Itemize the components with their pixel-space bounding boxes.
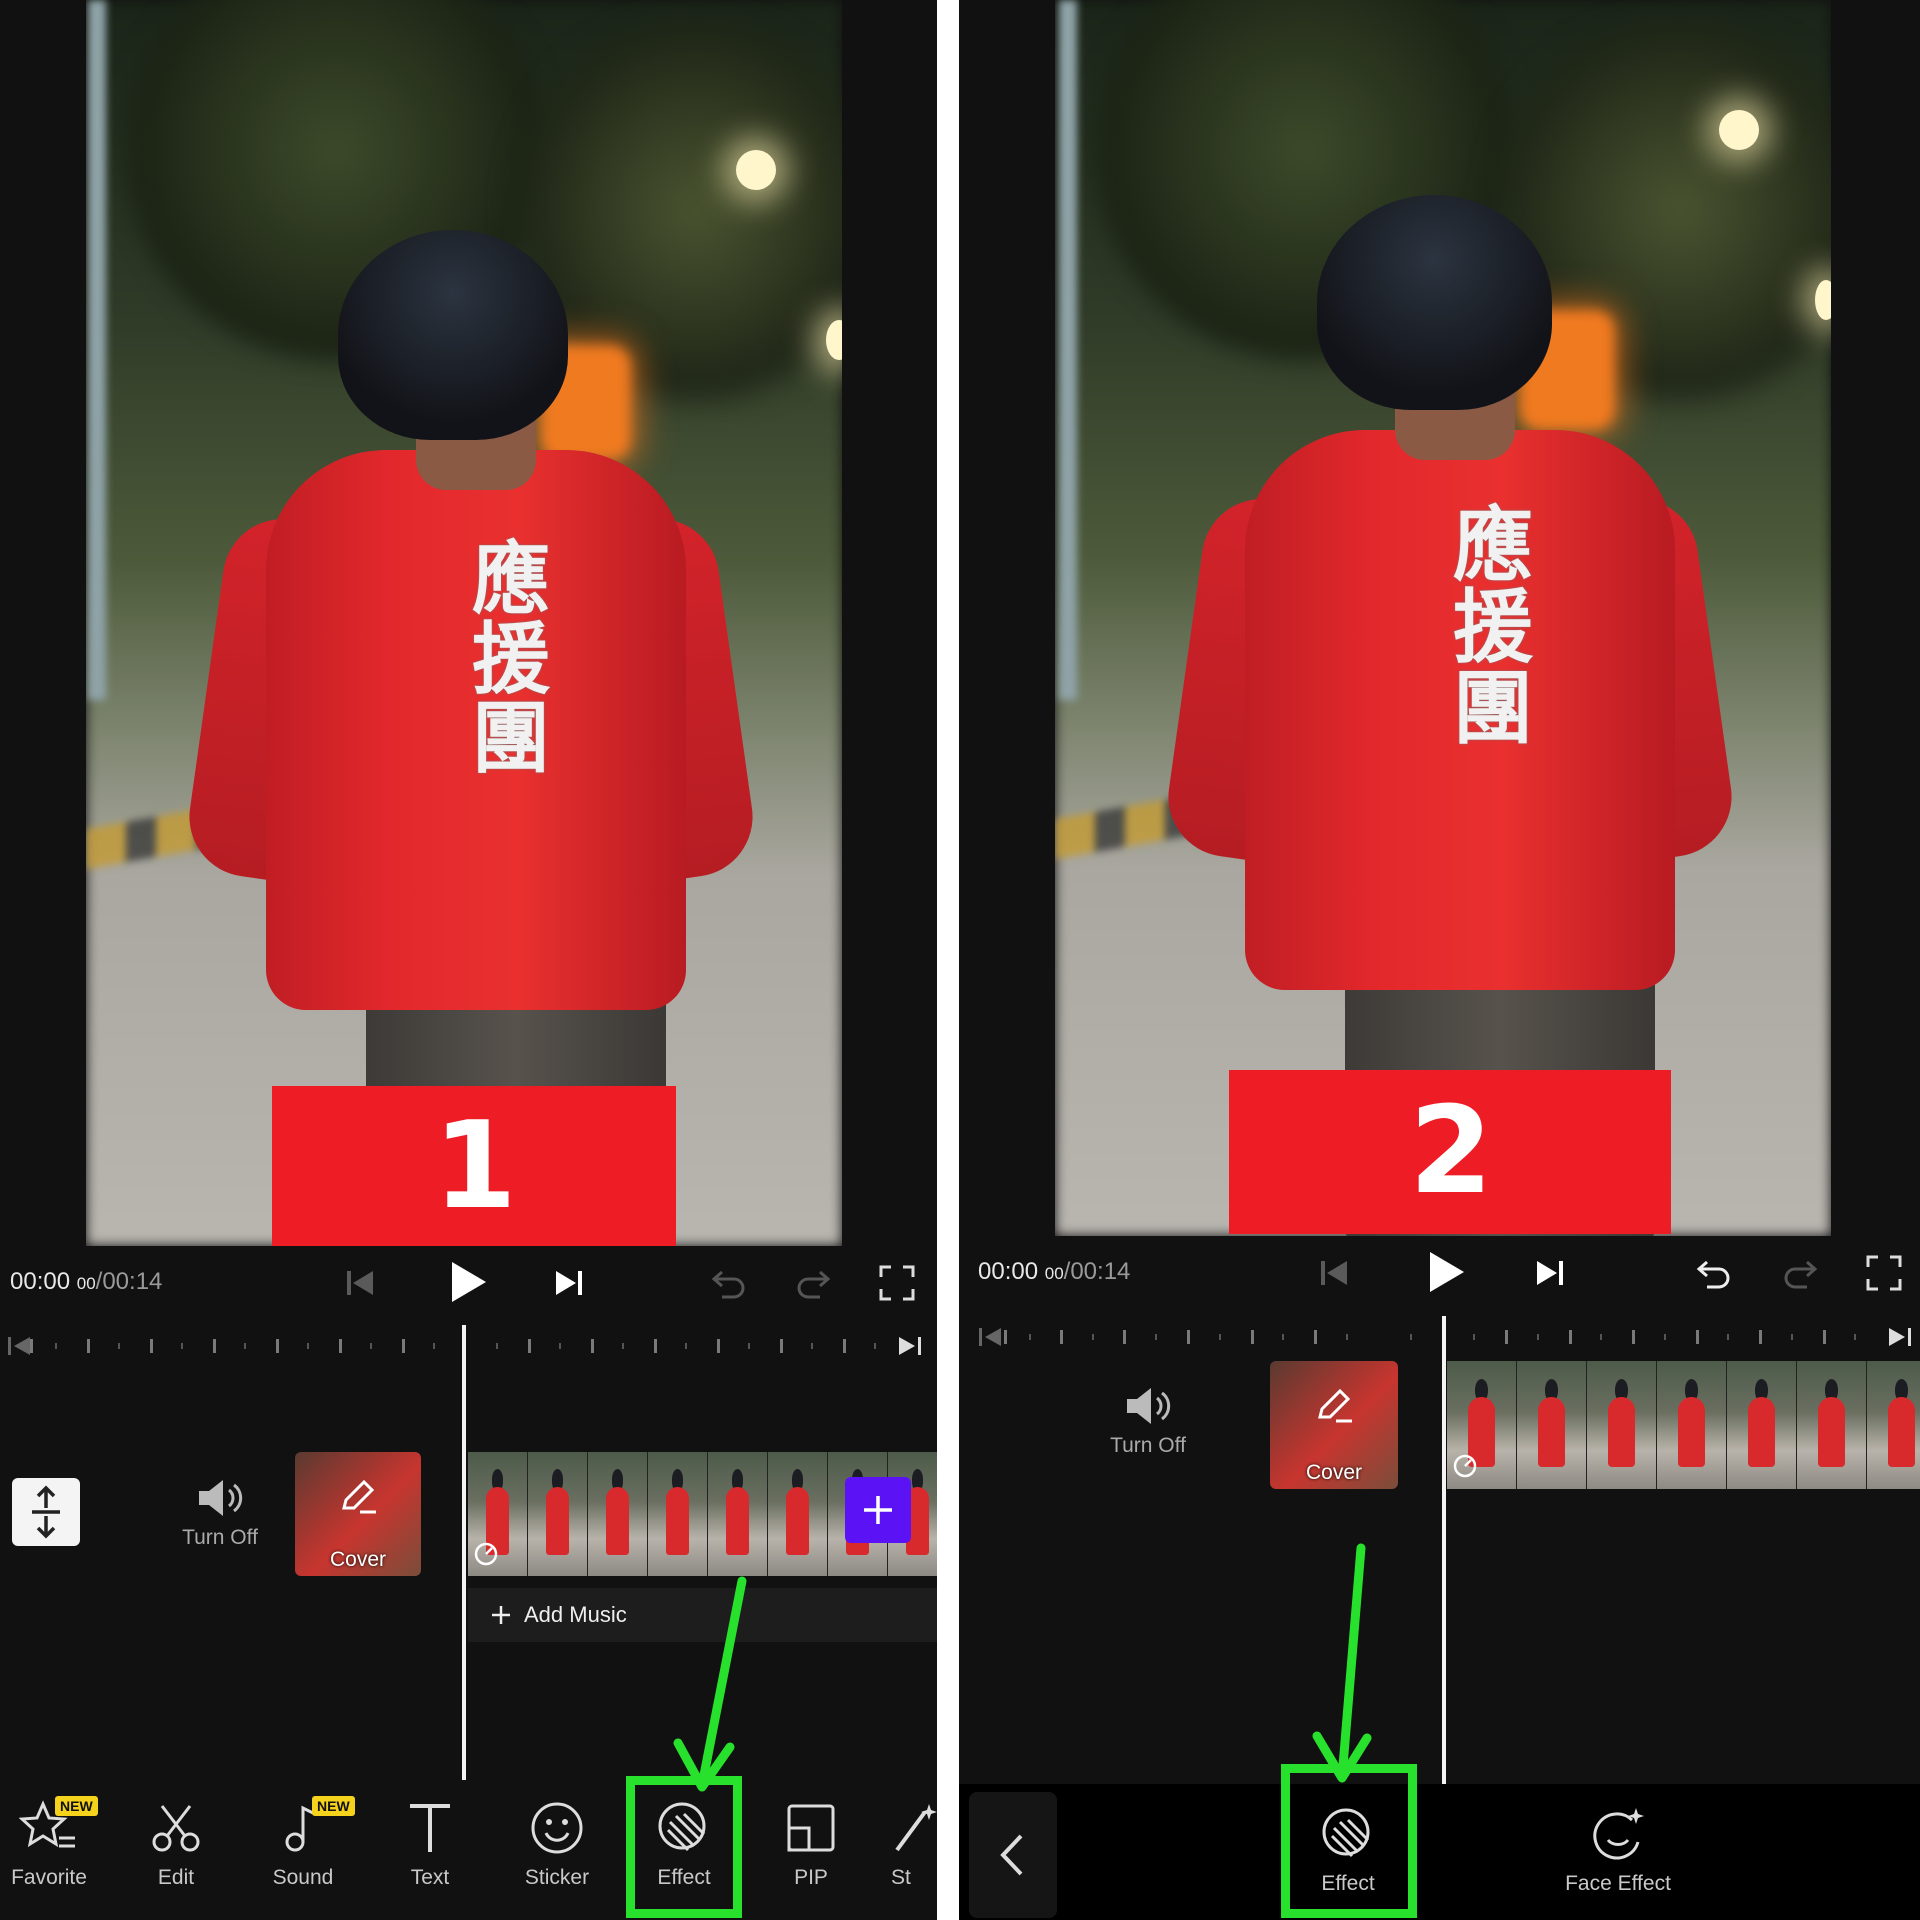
cover-button[interactable]: Cover <box>1270 1361 1398 1489</box>
face-effect-icon <box>1593 1808 1644 1860</box>
video-preview[interactable]: 應援團 2 STEP <box>1055 0 1831 1236</box>
step-1-panel: 應援團 1 STEP 00:00 00/00:14 Tur <box>0 0 937 1920</box>
undo-icon[interactable] <box>1695 1256 1733 1290</box>
scissors-icon <box>152 1805 200 1852</box>
redo-icon[interactable] <box>794 1266 832 1300</box>
add-music-label: Add Music <box>524 1602 627 1627</box>
undo-icon[interactable] <box>710 1266 748 1300</box>
tool-text[interactable]: Text <box>375 1800 485 1890</box>
speaker-icon <box>1127 1388 1171 1424</box>
annotation-arrow <box>673 1576 747 1792</box>
playhead[interactable] <box>462 1325 466 1780</box>
text-t-icon <box>410 1804 450 1852</box>
cover-button[interactable]: Cover <box>295 1452 421 1576</box>
cover-label: Cover <box>1305 1461 1363 1484</box>
tool-edit[interactable]: Edit <box>121 1800 231 1890</box>
bottom-toolbar: Favorite NEW Edit Sound NEW Text Sticker… <box>0 1776 937 1920</box>
fullscreen-icon[interactable] <box>878 1264 916 1302</box>
shirt-print: 應援團 <box>1453 498 1533 756</box>
back-chevron-icon <box>1000 1834 1023 1876</box>
clip-speed-icon[interactable] <box>472 1540 500 1568</box>
edit-pencil-icon <box>342 1479 376 1514</box>
video-preview[interactable]: 應援團 1 STEP <box>86 0 842 1246</box>
shirt-print: 應援團 <box>471 534 550 785</box>
video-clip-strip[interactable] <box>1447 1361 1920 1489</box>
new-badge: NEW <box>312 1796 355 1816</box>
person-in-red-shirt: 應援團 <box>1055 0 1831 1236</box>
wand-icon <box>895 1804 937 1852</box>
play-icon[interactable] <box>448 1260 488 1304</box>
tool-label: Sticker <box>524 1866 590 1889</box>
play-icon[interactable] <box>1426 1250 1466 1294</box>
plus-icon <box>492 1606 510 1624</box>
step-banner: 1 STEP <box>272 1086 676 1246</box>
back-button[interactable] <box>969 1792 1057 1918</box>
mute-button[interactable]: Turn Off <box>170 1476 270 1550</box>
annotation-arrow <box>1312 1543 1372 1783</box>
smiley-icon <box>531 1802 583 1854</box>
tool-label: Face Effect <box>1565 1872 1671 1895</box>
plus-icon <box>864 1496 892 1524</box>
mute-button[interactable]: Turn Off <box>1098 1384 1198 1458</box>
tool-label: PIP <box>794 1866 828 1889</box>
tool-pip[interactable]: PIP <box>756 1800 866 1890</box>
tool-face-effect[interactable]: Face Effect <box>1533 1806 1703 1896</box>
tool-label: St <box>891 1866 911 1889</box>
timecode: 00:00 00/00:14 <box>10 1268 163 1295</box>
skip-end-icon[interactable] <box>552 1266 586 1300</box>
speaker-icon <box>199 1480 243 1516</box>
step-2-panel: 應援團 2 STEP 00:00 00/00:14 Turn Off <box>959 0 1920 1920</box>
new-badge: NEW <box>55 1796 98 1816</box>
skip-start-icon[interactable] <box>1317 1256 1351 1290</box>
mute-label: Turn Off <box>182 1526 258 1549</box>
pip-icon <box>787 1804 835 1852</box>
tool-label: Sound <box>272 1866 334 1889</box>
step-banner: 2 STEP <box>1229 1070 1671 1234</box>
ruler-end-icon <box>899 1337 921 1355</box>
fullscreen-icon[interactable] <box>1865 1254 1903 1292</box>
ruler-start-icon <box>979 1328 1001 1346</box>
effect-sub-toolbar: Effect Face Effect <box>959 1764 1920 1920</box>
redo-icon[interactable] <box>1781 1256 1819 1290</box>
add-clip-button[interactable] <box>845 1477 911 1543</box>
ruler-end-icon <box>1889 1328 1911 1346</box>
skip-start-icon[interactable] <box>343 1266 377 1300</box>
tool-overflow[interactable]: St <box>883 1800 937 1890</box>
clip-speed-icon[interactable] <box>1451 1452 1479 1480</box>
zoom-toggle-button[interactable] <box>12 1478 80 1546</box>
tool-label: Edit <box>157 1866 195 1889</box>
tool-label: Text <box>410 1866 450 1889</box>
edit-pencil-icon <box>1318 1388 1352 1423</box>
expand-vertical-icon <box>32 1485 60 1539</box>
tool-sticker[interactable]: Sticker <box>502 1800 612 1890</box>
mute-label: Turn Off <box>1110 1434 1186 1457</box>
cover-label: Cover <box>329 1548 387 1571</box>
playhead[interactable] <box>1442 1316 1446 1784</box>
timecode: 00:00 00/00:14 <box>978 1258 1131 1285</box>
timeline-ruler[interactable] <box>959 1316 1920 1356</box>
tool-label: Favorite <box>11 1866 87 1889</box>
skip-end-icon[interactable] <box>1533 1256 1567 1290</box>
timeline-ruler[interactable] <box>0 1325 937 1365</box>
person-in-red-shirt: 應援團 <box>86 0 842 1246</box>
